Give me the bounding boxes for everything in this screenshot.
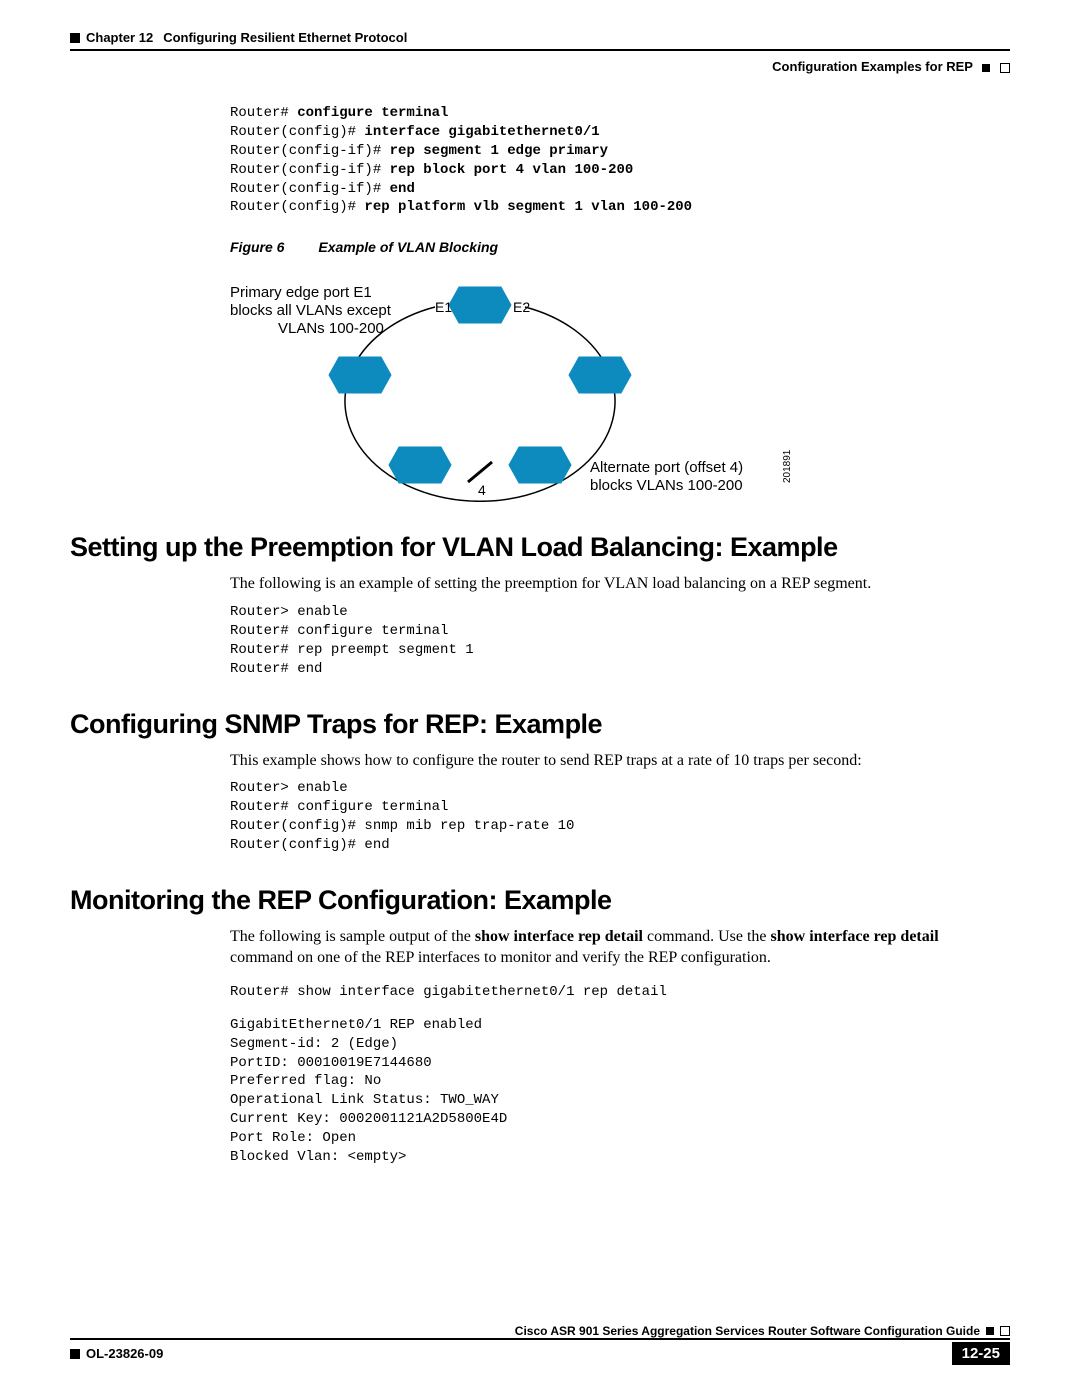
- inline-command: show interface rep detail: [771, 928, 939, 945]
- chapter-number: Chapter 12: [86, 30, 153, 45]
- page-footer: Cisco ASR 901 Series Aggregation Service…: [70, 1324, 1010, 1365]
- code-block-show-command: Router# show interface gigabitethernet0/…: [230, 983, 1000, 1002]
- figure-title: Example of VLAN Blocking: [318, 239, 498, 255]
- figure-id: 201891: [782, 450, 793, 484]
- figure-note-right-2: blocks VLANs 100-200: [590, 477, 743, 494]
- network-diagram: E1 E2 4 Primary edge port E1 blocks all …: [230, 267, 850, 502]
- figure-note-left-3: VLANs 100-200: [278, 320, 384, 337]
- header-square-icon: [982, 64, 990, 72]
- footer-square-icon: [986, 1327, 994, 1335]
- figure-caption: Figure 6 Example of VLAN Blocking: [230, 239, 1000, 255]
- footer-square-outline-icon: [1000, 1326, 1010, 1336]
- port-number-4: 4: [478, 482, 486, 498]
- figure-note-left-2: blocks all VLANs except: [230, 302, 392, 319]
- header-square-icon: [70, 33, 80, 43]
- header-square-outline-icon: [1000, 63, 1010, 73]
- page-number: 12-25: [952, 1342, 1010, 1365]
- figure-vlan-blocking: E1 E2 4 Primary edge port E1 blocks all …: [230, 267, 1000, 502]
- heading-preemption: Setting up the Preemption for VLAN Load …: [70, 532, 1000, 563]
- header-rule: [70, 49, 1010, 51]
- port-label-e1: E1: [435, 299, 452, 315]
- figure-number: Figure 6: [230, 239, 284, 255]
- footer-book-title: Cisco ASR 901 Series Aggregation Service…: [70, 1324, 980, 1338]
- code-output-rep-detail: GigabitEthernet0/1 REP enabled Segment-i…: [230, 1016, 1000, 1167]
- code-block-vlan-blocking: Router# configure terminal Router(config…: [230, 104, 1000, 217]
- para-monitoring: The following is sample output of the sh…: [230, 926, 1000, 969]
- port-label-e2: E2: [513, 299, 530, 315]
- code-block-preemption: Router> enable Router# configure termina…: [230, 603, 1000, 679]
- heading-snmp-traps: Configuring SNMP Traps for REP: Example: [70, 709, 1000, 740]
- inline-command: show interface rep detail: [475, 928, 643, 945]
- running-header-left: Chapter 12 Configuring Resilient Etherne…: [70, 30, 1010, 45]
- figure-note-right-1: Alternate port (offset 4): [590, 459, 743, 476]
- footer-doc-id: OL-23826-09: [86, 1346, 163, 1361]
- running-header-right: Configuration Examples for REP: [70, 59, 1010, 74]
- figure-note-left-1: Primary edge port E1: [230, 284, 372, 301]
- main-content: Router# configure terminal Router(config…: [230, 104, 1000, 1167]
- heading-monitoring: Monitoring the REP Configuration: Exampl…: [70, 885, 1000, 916]
- code-block-snmp-traps: Router> enable Router# configure termina…: [230, 779, 1000, 855]
- page: Chapter 12 Configuring Resilient Etherne…: [0, 0, 1080, 1397]
- footer-square-icon: [70, 1349, 80, 1359]
- para-snmp-traps: This example shows how to configure the …: [230, 750, 1000, 772]
- para-preemption: The following is an example of setting t…: [230, 573, 1000, 595]
- section-name-right: Configuration Examples for REP: [772, 59, 973, 74]
- footer-rule: [70, 1338, 1010, 1340]
- chapter-title: Configuring Resilient Ethernet Protocol: [163, 30, 407, 45]
